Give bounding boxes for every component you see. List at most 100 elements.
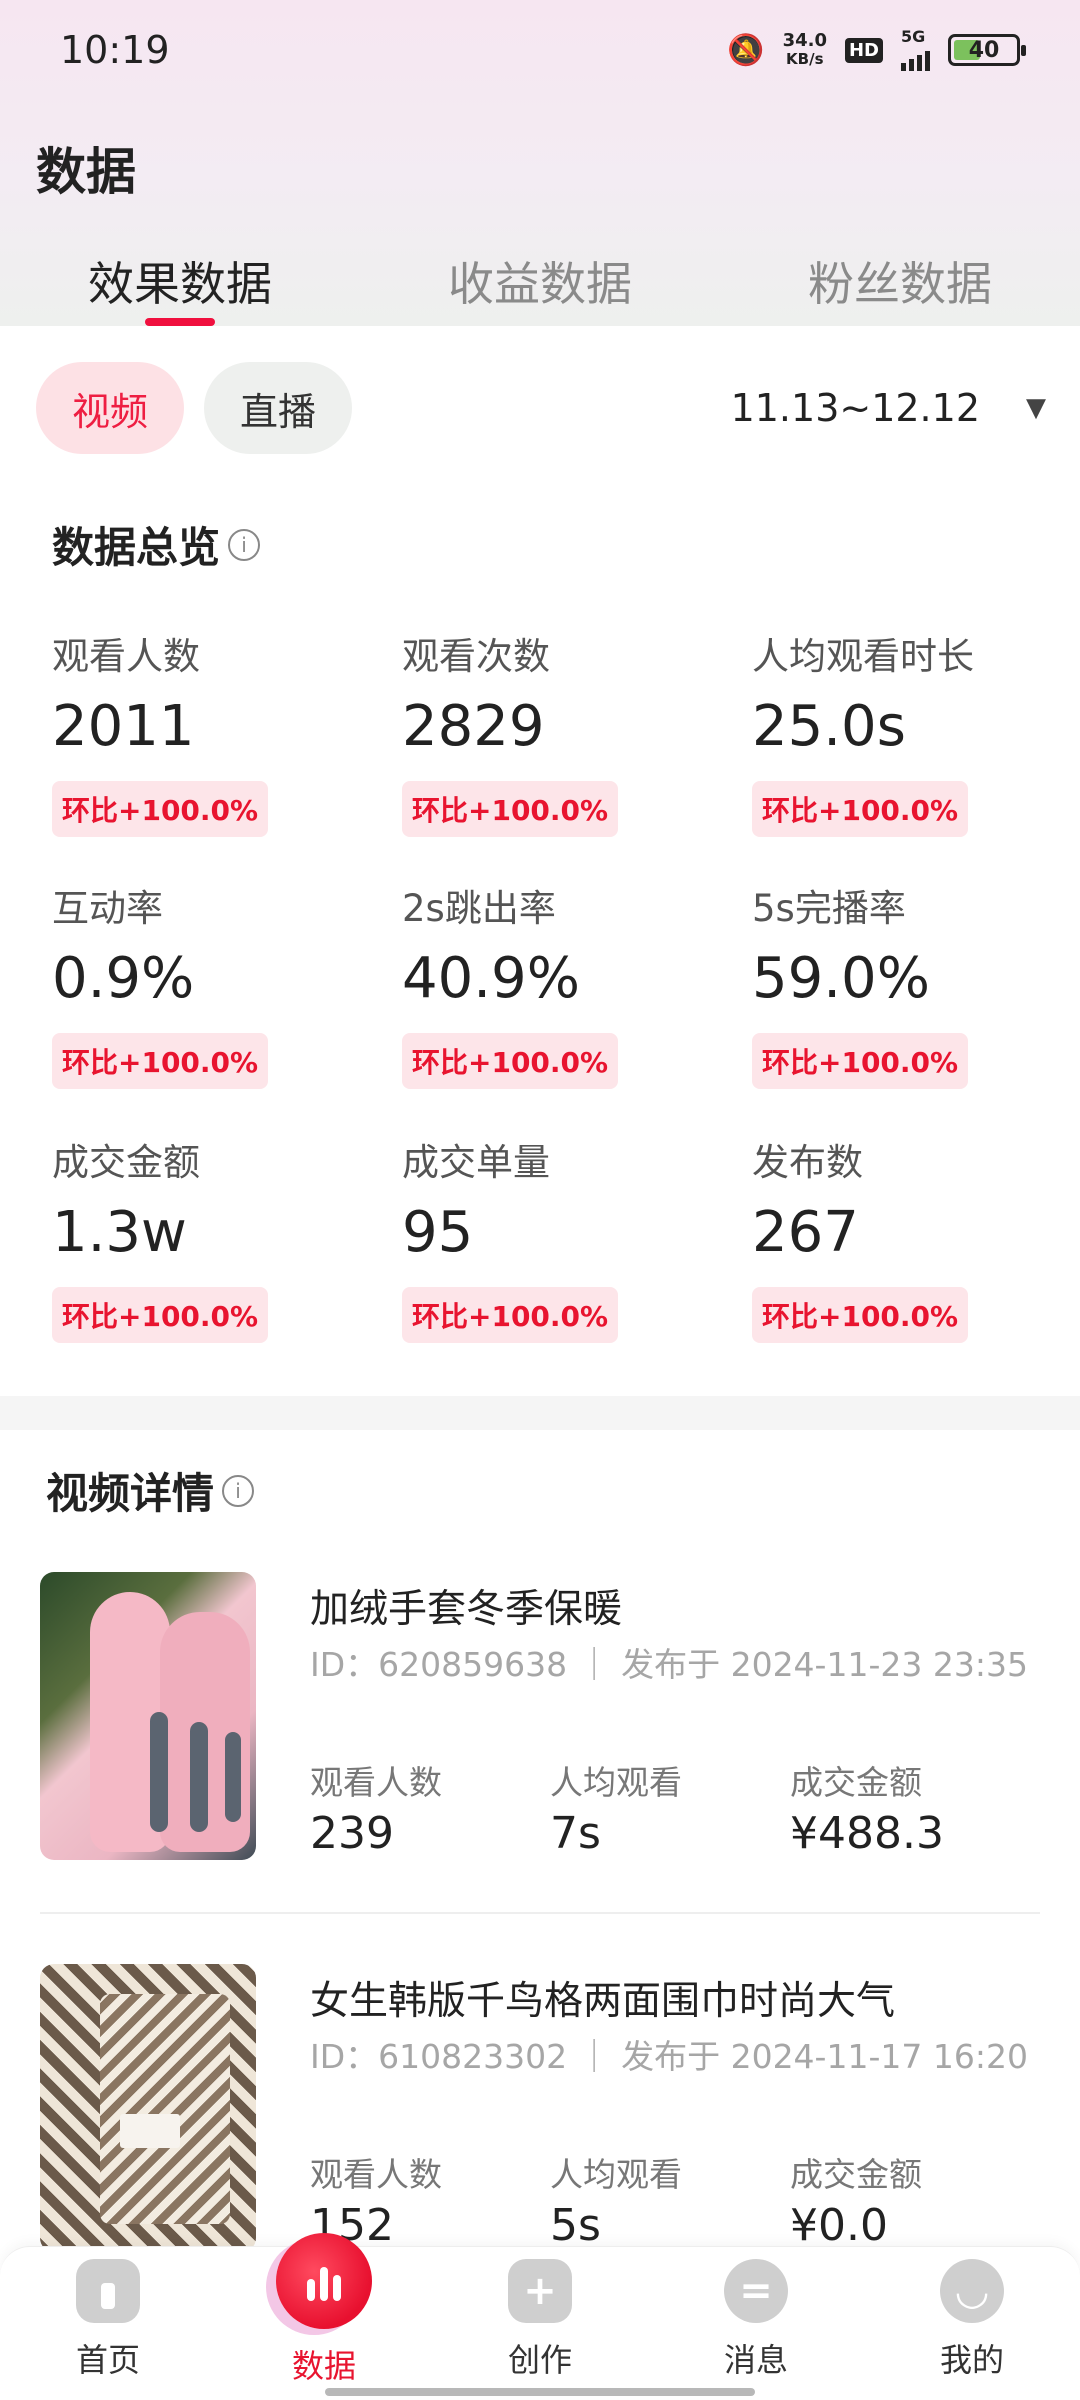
metric-5s-completion-rate[interactable]: 5s完播率 59.0% 环比+100.0% xyxy=(752,878,1072,1089)
nav-item-profile[interactable]: ◡ 我的 xyxy=(864,2247,1080,2400)
video-details-title: 视频详情 xyxy=(46,1469,215,1518)
status-icons: 🔕 34.0 KB/s HD 5G 40 xyxy=(727,27,1026,71)
status-time: 10:19 xyxy=(60,28,170,72)
page-title: 数据 xyxy=(36,143,136,201)
metric-gmv[interactable]: 成交金额 1.3w 环比+100.0% xyxy=(52,1132,372,1343)
video-stat-label: 成交金额 xyxy=(790,2155,922,2194)
profile-icon: ◡ xyxy=(940,2259,1004,2323)
metric-change-badge: 环比+100.0% xyxy=(52,781,269,837)
date-range-selector[interactable]: 11.13~12.12 xyxy=(731,386,980,430)
video-stat-value: ¥488.3 xyxy=(790,1808,944,1859)
nav-label: 创作 xyxy=(507,2341,572,2379)
tab-revenue-data[interactable]: 收益数据 xyxy=(360,240,720,326)
video-stat-value: 239 xyxy=(310,1808,394,1859)
video-stat-label: 观看人数 xyxy=(310,1763,442,1802)
video-list-item[interactable]: 女生韩版千鸟格两面围巾时尚大气 ID：610823302 ｜ 发布于 2024-… xyxy=(40,1964,1050,2254)
video-stat-avg-watch: 人均观看 5s xyxy=(550,2148,790,2251)
video-stats: 观看人数 152 人均观看 5s 成交金额 ¥0.0 xyxy=(310,2148,1050,2251)
nav-item-messages[interactable]: = 消息 xyxy=(648,2247,864,2400)
metric-label: 人均观看时长 xyxy=(752,635,974,678)
filter-video-pill[interactable]: 视频 xyxy=(36,362,185,454)
overview-section-title: 数据总览 i xyxy=(52,514,261,575)
metric-label: 5s完播率 xyxy=(752,887,906,930)
video-stats: 观看人数 239 人均观看 7s 成交金额 ¥488.3 xyxy=(310,1756,1050,1859)
nav-label: 消息 xyxy=(723,2341,788,2379)
video-meta: ID：610823302 ｜ 发布于 2024-11-17 16:20 xyxy=(310,2037,1028,2076)
video-stat-viewers: 观看人数 152 xyxy=(310,2148,550,2251)
metric-label: 互动率 xyxy=(52,887,163,930)
metric-value: 0.9% xyxy=(52,946,195,1011)
metric-change-badge: 环比+100.0% xyxy=(402,781,619,837)
nav-item-home[interactable]: 首页 xyxy=(0,2247,216,2400)
home-icon xyxy=(76,2259,140,2323)
metric-label: 观看次数 xyxy=(402,635,550,678)
list-divider xyxy=(40,1912,1040,1914)
message-icon: = xyxy=(724,2259,788,2323)
info-icon[interactable]: i xyxy=(228,528,261,561)
metric-2s-bounce-rate[interactable]: 2s跳出率 40.9% 环比+100.0% xyxy=(402,878,722,1089)
video-stat-value: ¥0.0 xyxy=(790,2200,888,2251)
nav-label: 数据 xyxy=(291,2347,356,2385)
main-content: 视频 直播 11.13~12.12 ▼ 数据总览 i 观看人数 2011 环比+… xyxy=(0,326,1080,2252)
metric-change-badge: 环比+100.0% xyxy=(52,1287,269,1343)
video-stat-avg-watch: 人均观看 7s xyxy=(550,1756,790,1859)
filter-live-pill[interactable]: 直播 xyxy=(204,362,353,454)
metric-label: 成交单量 xyxy=(402,1141,550,1184)
video-stat-label: 人均观看 xyxy=(550,1763,682,1802)
metric-label: 观看人数 xyxy=(52,635,200,678)
metric-change-badge: 环比+100.0% xyxy=(752,1033,969,1089)
triangle-down-icon[interactable]: ▼ xyxy=(1026,393,1046,423)
metric-change-badge: 环比+100.0% xyxy=(402,1033,619,1089)
metric-avg-watch-time[interactable]: 人均观看时长 25.0s 环比+100.0% xyxy=(752,626,1072,837)
metric-interaction-rate[interactable]: 互动率 0.9% 环比+100.0% xyxy=(52,878,372,1089)
overview-title: 数据总览 xyxy=(52,523,221,572)
video-title[interactable]: 加绒手套冬季保暖 xyxy=(310,1578,622,1634)
tab-fans-data[interactable]: 粉丝数据 xyxy=(720,240,1080,326)
metric-value: 267 xyxy=(752,1200,859,1265)
video-title[interactable]: 女生韩版千鸟格两面围巾时尚大气 xyxy=(310,1970,895,2026)
metric-viewers[interactable]: 观看人数 2011 环比+100.0% xyxy=(52,626,372,837)
video-thumbnail[interactable] xyxy=(40,1572,256,1860)
tab-effect-data[interactable]: 效果数据 xyxy=(0,240,360,326)
video-details-section-title: 视频详情 i xyxy=(46,1460,255,1521)
metric-order-count[interactable]: 成交单量 95 环比+100.0% xyxy=(402,1132,722,1343)
metric-label: 2s跳出率 xyxy=(402,887,556,930)
metric-label: 发布数 xyxy=(752,1141,863,1184)
video-thumbnail[interactable] xyxy=(40,1964,256,2252)
video-stat-gmv: 成交金额 ¥488.3 xyxy=(790,1756,1030,1859)
metric-publish-count[interactable]: 发布数 267 环比+100.0% xyxy=(752,1132,1072,1343)
network-speed: 34.0 KB/s xyxy=(782,30,827,69)
metric-change-badge: 环比+100.0% xyxy=(52,1033,269,1089)
video-stat-label: 人均观看 xyxy=(550,2155,682,2194)
network-type: 5G xyxy=(901,27,926,46)
video-list-item[interactable]: 加绒手套冬季保暖 ID：620859638 ｜ 发布于 2024-11-23 2… xyxy=(40,1572,1050,1862)
info-icon[interactable]: i xyxy=(222,1474,255,1507)
hd-badge: HD xyxy=(844,37,883,63)
metric-change-badge: 环比+100.0% xyxy=(402,1287,619,1343)
nav-label: 首页 xyxy=(75,2341,140,2379)
metric-value: 40.9% xyxy=(402,946,580,1011)
section-divider xyxy=(0,1396,1080,1430)
video-stat-gmv: 成交金额 ¥0.0 xyxy=(790,2148,1030,2251)
metric-value: 2011 xyxy=(52,694,195,759)
home-indicator[interactable] xyxy=(325,2388,755,2396)
metric-views[interactable]: 观看次数 2829 环比+100.0% xyxy=(402,626,722,837)
battery-icon: 40 xyxy=(948,34,1026,66)
metric-value: 95 xyxy=(402,1200,474,1265)
video-stat-label: 观看人数 xyxy=(310,2155,442,2194)
video-stat-label: 成交金额 xyxy=(790,1763,922,1802)
status-bar: 10:19 🔕 34.0 KB/s HD 5G 40 xyxy=(0,0,1080,100)
video-stat-value: 5s xyxy=(550,2200,601,2251)
bottom-nav: 首页 数据 + 创作 = 消息 ◡ 我的 xyxy=(0,2233,1080,2400)
video-meta: ID：620859638 ｜ 发布于 2024-11-23 23:35 xyxy=(310,1645,1028,1684)
network-speed-unit: KB/s xyxy=(786,50,824,68)
filter-row: 视频 直播 11.13~12.12 ▼ xyxy=(36,362,1046,454)
metric-change-badge: 环比+100.0% xyxy=(752,1287,969,1343)
data-tabs: 效果数据 收益数据 粉丝数据 xyxy=(0,240,1080,326)
mute-bell-icon: 🔕 xyxy=(727,32,765,68)
nav-item-data[interactable]: 数据 xyxy=(216,2233,432,2400)
metric-change-badge: 环比+100.0% xyxy=(752,781,969,837)
metric-value: 1.3w xyxy=(52,1200,187,1265)
network-speed-value: 34.0 xyxy=(782,30,827,51)
nav-item-create[interactable]: + 创作 xyxy=(432,2247,648,2400)
